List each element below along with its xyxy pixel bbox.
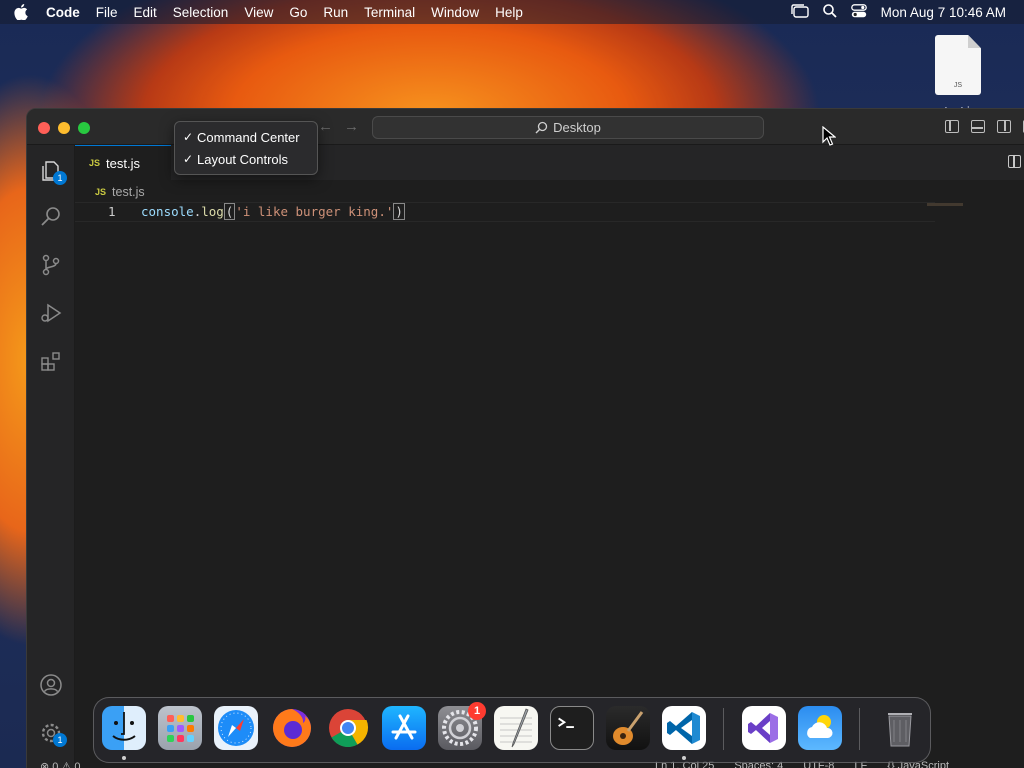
line-number: 1 — [108, 204, 116, 219]
zoom-window-button[interactable] — [78, 122, 90, 134]
js-file-icon: JS — [89, 158, 101, 168]
app-store-icon[interactable] — [382, 706, 426, 750]
accounts-icon[interactable] — [39, 673, 63, 697]
desktop-file-icon[interactable]: JS — [935, 35, 981, 95]
breadcrumb-js-icon: JS — [95, 187, 107, 197]
menu-bar: Code File Edit Selection View Go Run Ter… — [0, 0, 1024, 24]
finder-running-dot — [122, 756, 126, 760]
tab-test-js[interactable]: JS test.js — [75, 145, 171, 180]
chrome-icon[interactable] — [326, 706, 370, 750]
code-close-paren: ) — [393, 203, 405, 220]
stage-manager-icon[interactable] — [790, 3, 809, 21]
settings-badge: 1 — [53, 733, 67, 747]
system-settings-badge: 1 — [468, 702, 486, 720]
extensions-icon[interactable] — [39, 349, 63, 373]
checkmark-icon: ✓ — [183, 152, 194, 166]
back-arrow-icon[interactable]: ← — [318, 118, 333, 135]
menu-item-layout-controls[interactable]: ✓ Layout Controls — [175, 148, 317, 170]
vscode-running-dot — [682, 756, 686, 760]
toggle-primary-sidebar-icon[interactable] — [945, 120, 959, 133]
forward-arrow-icon[interactable]: → — [344, 118, 359, 135]
terminal-icon[interactable] — [550, 706, 594, 750]
mouse-cursor-icon — [822, 126, 836, 146]
launchpad-icon[interactable] — [158, 706, 202, 750]
dock: 1 — [93, 697, 931, 763]
menu-window[interactable]: Window — [423, 5, 487, 20]
code-object: console — [141, 204, 194, 219]
file-fold-corner — [968, 35, 981, 48]
spotlight-search-icon[interactable] — [822, 3, 837, 21]
menu-app-name[interactable]: Code — [42, 5, 88, 20]
code-line[interactable]: console.log('i like burger king.') — [141, 203, 405, 220]
explorer-badge: 1 — [53, 171, 67, 185]
menu-edit[interactable]: Edit — [126, 5, 165, 20]
command-center-label: Desktop — [553, 120, 601, 135]
vscode-window: ← → Desktop 1 1 JS test.js JS test.js 1 … — [26, 108, 1024, 768]
code-function: log — [201, 204, 224, 219]
vscode-app-icon[interactable] — [662, 706, 706, 750]
dock-separator — [859, 708, 860, 750]
toggle-secondary-sidebar-icon[interactable] — [997, 120, 1011, 133]
finder-icon[interactable] — [102, 706, 146, 750]
title-bar-context-menu: ✓ Command Center ✓ Layout Controls — [174, 121, 318, 175]
manage-gear-icon[interactable]: 1 — [39, 721, 67, 747]
menu-item-label: Command Center — [197, 129, 300, 145]
code-open-paren: ( — [223, 203, 236, 220]
menu-help[interactable]: Help — [487, 5, 531, 20]
menu-terminal[interactable]: Terminal — [356, 5, 423, 20]
menu-item-command-center[interactable]: ✓ Command Center — [175, 126, 317, 148]
dock-separator — [723, 708, 724, 750]
visual-studio-icon[interactable] — [742, 706, 786, 750]
status-problems[interactable]: ⊗ 0 ⚠ 0 — [40, 760, 80, 768]
breadcrumb[interactable]: JS test.js — [95, 185, 145, 199]
menu-item-label: Layout Controls — [197, 151, 289, 167]
minimize-window-button[interactable] — [58, 122, 70, 134]
system-settings-icon[interactable]: 1 — [438, 702, 486, 750]
breadcrumb-file[interactable]: test.js — [112, 185, 145, 199]
textedit-icon[interactable] — [494, 706, 538, 750]
minimap[interactable] — [927, 203, 963, 206]
code-string: 'i like burger king.' — [235, 204, 394, 219]
split-editor-icon[interactable] — [1008, 155, 1021, 168]
tab-label: test.js — [106, 155, 140, 171]
menubar-clock[interactable]: Mon Aug 7 10:46 AM — [881, 5, 1006, 20]
firefox-icon[interactable] — [270, 706, 314, 750]
close-window-button[interactable] — [38, 122, 50, 134]
source-control-icon[interactable] — [39, 253, 63, 277]
activity-bar: 1 1 — [27, 145, 75, 768]
menu-go[interactable]: Go — [281, 5, 315, 20]
command-center[interactable]: Desktop — [372, 116, 764, 139]
control-center-icon[interactable] — [850, 3, 867, 21]
menu-file[interactable]: File — [88, 5, 126, 20]
explorer-icon[interactable]: 1 — [39, 159, 67, 185]
desktop-file-ext: JS — [953, 82, 963, 89]
search-icon — [535, 121, 548, 134]
trash-icon[interactable] — [878, 706, 922, 750]
weather-icon[interactable] — [798, 706, 842, 750]
menu-selection[interactable]: Selection — [165, 5, 237, 20]
menu-run[interactable]: Run — [315, 5, 356, 20]
checkmark-icon: ✓ — [183, 130, 194, 144]
menu-view[interactable]: View — [236, 5, 281, 20]
apple-menu-icon[interactable] — [0, 4, 42, 20]
search-view-icon[interactable] — [39, 205, 63, 229]
safari-icon[interactable] — [214, 706, 258, 750]
garageband-icon[interactable] — [606, 706, 650, 750]
toggle-panel-icon[interactable] — [971, 120, 985, 133]
run-and-debug-icon[interactable] — [39, 301, 63, 325]
